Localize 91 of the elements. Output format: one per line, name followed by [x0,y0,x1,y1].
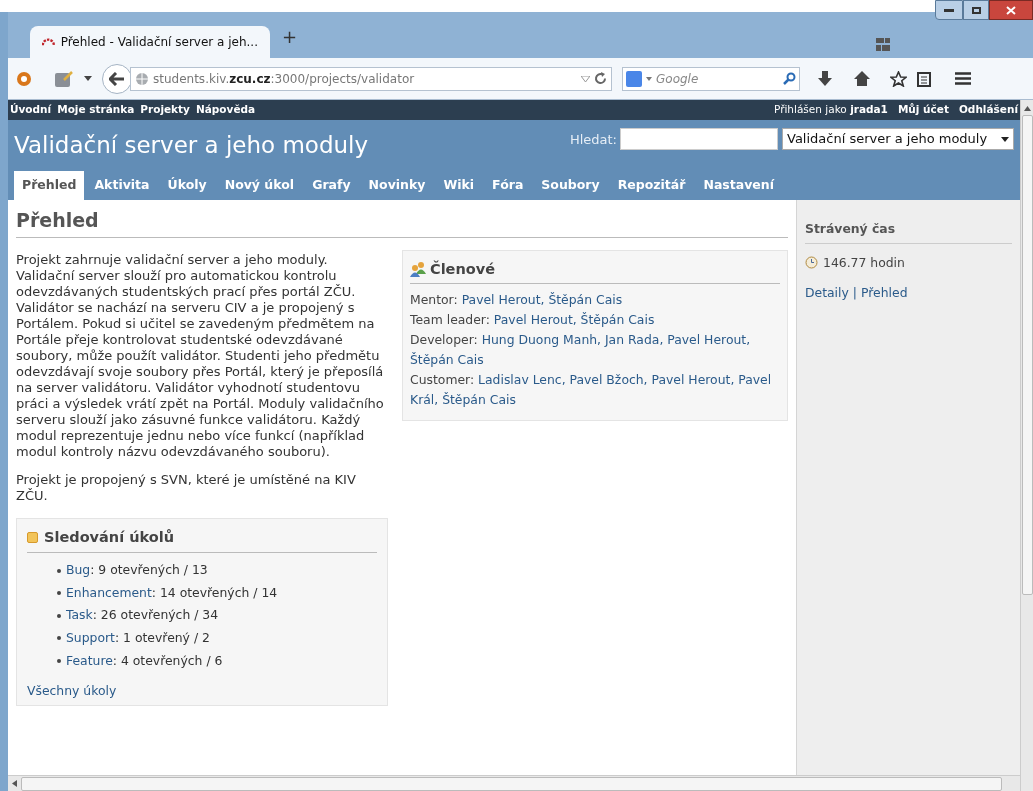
quick-search-field[interactable] [620,128,778,150]
tracker-counts: : 14 otevřených / 14 [151,583,278,602]
description-paragraph: Projekt zahrnuje validační server a jeho moduly. Validační server slouží pro automatickou kontrolu odevzdávaných studentských prací přes portál ZČU. Validátor se nachází na serveru CIV a je propojený s Portálem. Pokud si učitel se zavedeným předmětem na Portále přeje kontrolovat studentské odevzdávané soubory, může použít validátor. Studenti jeho předmětu odevzdávají svoje soubory přes Portál, který je přeposílá na server validátoru. Validátor vyhodnotí studentovu práci a výsledek vrátí zpět na Portál. Moduly validačního serveru slouží jako zásuvné funkce validátoru. Každý modul reprezentuje jednu nebo více funkcí (například modul kontroly názvu odevzdávaného souboru). [16,251,385,460]
nav-tab[interactable]: Novinky [360,171,434,200]
url-text: students.kiv.zcu.cz:3000/projects/validator [153,70,415,88]
google-icon [626,70,642,87]
panel-heading: Sledování úkolů [44,527,174,547]
top-menu-link[interactable]: Můj účet [897,102,949,118]
back-button[interactable] [102,63,132,94]
spent-hours: 146.77 hodin [823,253,905,272]
edit-icon[interactable] [54,69,74,88]
top-menu-link[interactable]: Nápověda [195,102,256,118]
menu-icon[interactable] [955,72,971,85]
search-label: Hledat: [569,131,617,149]
all-issues-link[interactable]: Všechny úkoly [27,682,377,701]
tracker-link[interactable]: Enhancement [66,583,152,603]
tracker-link[interactable]: Task [66,606,93,626]
project-select[interactable]: Validační server a jeho moduly [782,128,1014,150]
bullet-icon [57,659,61,663]
vertical-scrollbar[interactable] [1020,100,1033,791]
reload-icon[interactable] [594,72,607,85]
member-role-line: Developer: Hung Duong Manh, Jan Rada, Pavel Herout, Štěpán Cais [410,331,752,370]
tracker-counts: : 26 otevřených / 34 [92,606,219,625]
bullet-icon [57,568,61,573]
url-field[interactable]: students.kiv.zcu.cz:3000/projects/validator [130,66,612,91]
nav-tab[interactable]: Nový úkol [216,171,303,200]
top-menu-link[interactable]: Úvodní [10,102,52,118]
nav-tab[interactable]: Soubory [533,171,608,200]
tracker-counts: : 1 otevřený / 2 [115,629,210,648]
dropdown-icon[interactable] [581,75,590,82]
separator-text: | [852,284,858,303]
logged-in-text: Přihlášen jako jrada1 [774,102,888,118]
maximize-icon [971,6,981,14]
clock-icon [805,256,818,270]
bullet-icon [57,636,61,641]
globe-icon [135,71,149,86]
sidebar-heading: Strávený čas [805,220,1012,244]
bullet-icon [57,613,61,618]
caret-icon [1001,136,1009,142]
member-role-line: Team leader: Pavel Herout, Štěpán Cais [410,311,656,330]
circle-icon[interactable] [16,70,32,87]
new-tab-button[interactable]: + [282,23,298,50]
description-paragraph: Projekt je propojený s SVN, které je umístěné na KIV ZČU. [16,471,357,504]
nav-tab[interactable]: Wiki [435,171,483,200]
clipboard-icon[interactable] [917,70,931,87]
nav-tab[interactable]: Fóra [484,171,532,200]
search-field[interactable]: Google [622,66,800,91]
tracker-icon [27,531,38,543]
project-title: Validační server a jeho moduly [14,131,369,160]
caret-icon[interactable] [646,76,652,81]
star-icon[interactable] [890,70,907,87]
tracker-link[interactable]: Feature [66,651,113,671]
top-menu-link[interactable]: Projekty [140,102,190,118]
bullet-icon [57,591,61,596]
top-menu-link[interactable]: Odhlášení [958,102,1018,118]
download-icon[interactable] [818,70,832,87]
arc-icon [42,37,55,47]
nav-tab[interactable]: Úkoly [159,171,215,200]
member-role-line: Customer: Ladislav Lenc, Pavel Bžoch, Pavel Herout, Pavel Král, Štěpán Cais [410,371,773,410]
nav-tab[interactable]: Aktivita [86,171,158,200]
search-input[interactable]: Google [656,69,779,88]
home-icon[interactable] [854,71,870,86]
browser-tab[interactable]: Přehled - Validační server a jeh... [30,26,270,58]
scrollbar-thumb[interactable] [1021,115,1033,595]
tab-title: Přehled - Validační server a jeh... [60,34,258,51]
tracker-link[interactable]: Bug [66,561,91,580]
sidebar-link[interactable]: Přehled [861,284,908,303]
panel-heading: Členové [430,259,496,279]
top-menu-link[interactable]: Moje stránka [57,102,135,118]
close-icon [1006,5,1016,15]
sidebar-link[interactable]: Detaily [805,284,849,303]
people-icon [410,261,426,278]
member-role-line: Mentor: Pavel Herout, Štěpán Cais [410,291,624,310]
nav-tab[interactable]: Grafy [304,171,359,200]
minimize-button[interactable] [935,0,963,20]
tracker-link[interactable]: Support [66,629,115,648]
tracker-counts: : 4 otevřených / 6 [112,651,223,670]
maximize-button[interactable] [963,0,989,20]
nav-tab[interactable]: Nastavení [695,171,782,200]
search-icon[interactable] [783,72,796,85]
caret-icon[interactable] [84,76,92,81]
nav-tab[interactable]: Repozitář [609,171,694,200]
grid-icon[interactable] [876,38,890,51]
close-button[interactable] [989,0,1033,20]
back-arrow-icon [109,71,125,86]
nav-tab[interactable]: Přehled [14,171,85,200]
tracker-counts: : 9 otevřených / 13 [90,561,208,580]
scroll-up-icon[interactable] [1023,106,1031,111]
scroll-left-icon[interactable] [12,780,17,787]
minimize-icon [944,8,954,12]
page-heading: Přehled [16,206,788,238]
